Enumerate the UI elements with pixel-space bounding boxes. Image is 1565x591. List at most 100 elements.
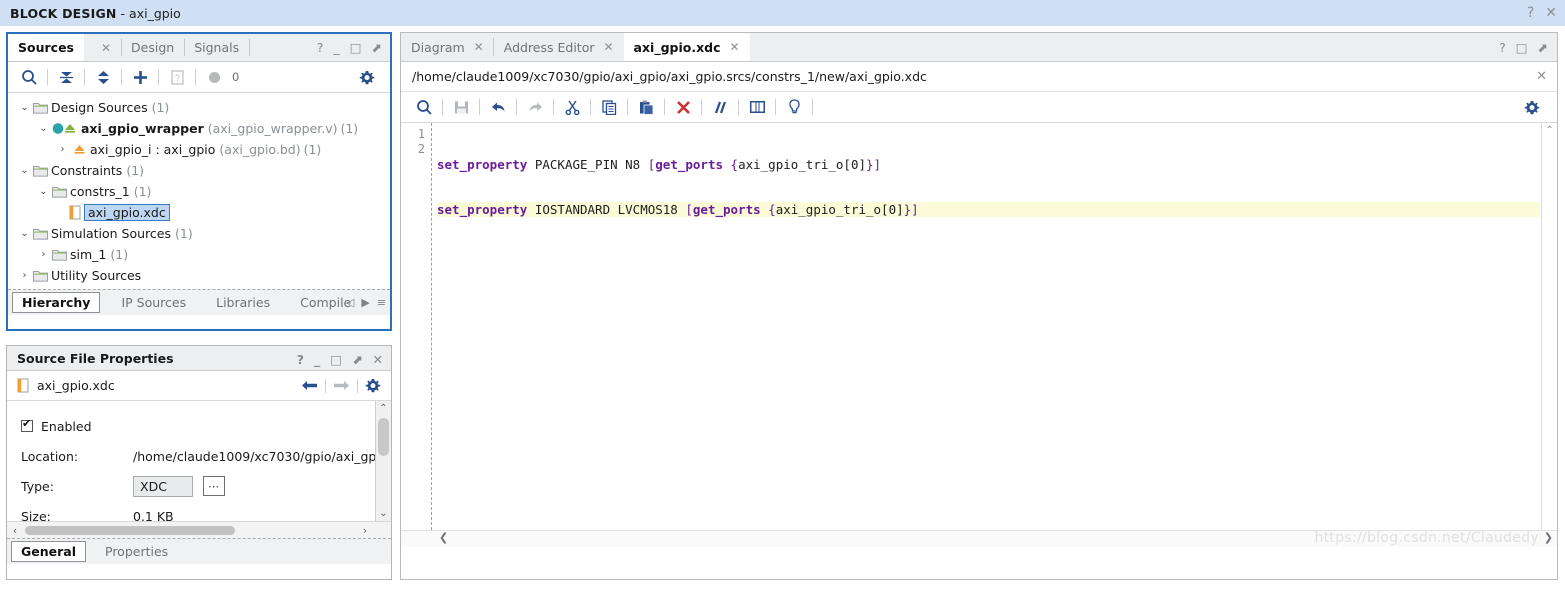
- maximize-icon[interactable]: □: [1516, 40, 1528, 55]
- editor-vertical-scrollbar[interactable]: ⌃: [1541, 123, 1557, 547]
- minimize-icon[interactable]: _: [314, 352, 320, 367]
- tab-menu-icon[interactable]: ≡: [377, 296, 386, 309]
- arrow-right-icon[interactable]: [333, 379, 350, 392]
- undo-icon[interactable]: [485, 94, 511, 120]
- toolbar-divider: [479, 99, 480, 115]
- chevron-right-icon[interactable]: ›: [18, 270, 31, 281]
- close-icon[interactable]: ✕: [603, 40, 613, 54]
- close-icon[interactable]: ✕: [474, 40, 484, 54]
- tab-libraries[interactable]: Libraries: [207, 293, 279, 312]
- chevron-down-icon[interactable]: ⌄: [18, 228, 31, 239]
- gear-icon[interactable]: [354, 65, 380, 91]
- circle-icon[interactable]: [201, 64, 227, 90]
- scroll-left-icon[interactable]: ‹: [7, 524, 23, 537]
- tab-sources-close[interactable]: ✕: [84, 34, 121, 61]
- tree-item-axi-gpio-wrapper[interactable]: ⌄ axi_gpio_wrapper (axi_gpio_wrapper.v) …: [8, 118, 390, 139]
- chevron-down-icon[interactable]: ⌄: [18, 165, 31, 176]
- gear-icon[interactable]: [365, 378, 381, 394]
- tree-item-axi-gpio-xdc[interactable]: axi_gpio.xdc: [8, 202, 390, 223]
- tree-item-utility-sources[interactable]: › Utility Sources: [8, 265, 390, 286]
- maximize-icon[interactable]: □: [350, 40, 362, 55]
- help-icon[interactable]: ?: [297, 352, 304, 367]
- arrow-left-icon[interactable]: [301, 379, 318, 392]
- properties-enabled-row[interactable]: Enabled: [21, 411, 391, 441]
- properties-location-row: Location: /home/claude1009/xc7030/gpio/a…: [21, 441, 391, 471]
- scroll-right-icon[interactable]: ❯: [1544, 531, 1553, 544]
- editor-horizontal-scrollbar[interactable]: ❮ ❯: [401, 530, 1557, 547]
- tree-item-constraints[interactable]: ⌄ Constraints (1): [8, 160, 390, 181]
- gear-icon[interactable]: [1519, 95, 1545, 121]
- report-icon[interactable]: ?: [164, 64, 190, 90]
- tab-general[interactable]: General: [11, 541, 86, 562]
- properties-horizontal-scrollbar[interactable]: ‹ ›: [7, 521, 391, 538]
- delete-icon[interactable]: [670, 94, 696, 120]
- help-icon[interactable]: ?: [1527, 6, 1534, 20]
- tab-diagram[interactable]: Diagram ✕: [401, 33, 494, 61]
- tab-properties[interactable]: Properties: [96, 542, 177, 561]
- code-text[interactable]: set_property PACKAGE_PIN N8 [get_ports {…: [437, 127, 1540, 247]
- tree-item-sim-1[interactable]: › sim_1 (1): [8, 244, 390, 265]
- folder-icon: [33, 269, 48, 282]
- bottom-tab-nav: ◁ ▶ ≡: [346, 296, 386, 309]
- minimize-icon[interactable]: _: [333, 40, 339, 55]
- close-icon[interactable]: ✕: [1545, 6, 1557, 20]
- tab-signals[interactable]: Signals: [184, 34, 249, 61]
- scroll-down-icon[interactable]: ⌄: [376, 506, 391, 521]
- close-icon[interactable]: ✕: [373, 352, 383, 367]
- tab-hierarchy[interactable]: Hierarchy: [12, 292, 101, 313]
- tab-design[interactable]: Design: [121, 34, 184, 61]
- tab-axi-gpio-xdc[interactable]: axi_gpio.xdc ✕: [623, 33, 750, 61]
- scroll-left-icon[interactable]: ❮: [439, 531, 448, 544]
- float-icon[interactable]: ⬈: [352, 352, 362, 367]
- chevron-down-icon[interactable]: ⌄: [18, 102, 31, 113]
- tree-item-design-sources[interactable]: ⌄ Design Sources (1): [8, 97, 390, 118]
- save-icon[interactable]: [448, 94, 474, 120]
- tab-address-editor[interactable]: Address Editor ✕: [494, 33, 624, 61]
- sources-panel: Sources ✕ Design Signals ? _ □ ⬈ ? 0 ⌄ D…: [6, 32, 392, 331]
- close-icon[interactable]: ✕: [1536, 69, 1547, 84]
- expand-all-icon[interactable]: [90, 64, 116, 90]
- nav-right-icon[interactable]: ▶: [361, 296, 369, 309]
- maximize-icon[interactable]: □: [330, 352, 342, 367]
- tree-item-axi-gpio-i[interactable]: › axi_gpio_i : axi_gpio (axi_gpio.bd) (1…: [8, 139, 390, 160]
- sources-tree[interactable]: ⌄ Design Sources (1) ⌄ axi_gpio_wrapper …: [8, 93, 390, 289]
- properties-vertical-scrollbar[interactable]: ⌃ ⌄: [375, 401, 391, 521]
- scroll-right-icon[interactable]: ›: [357, 524, 373, 537]
- type-browse-button[interactable]: ⋯: [203, 476, 225, 496]
- search-icon[interactable]: [16, 64, 42, 90]
- copy-icon[interactable]: [596, 94, 622, 120]
- comment-icon[interactable]: [707, 94, 733, 120]
- chevron-right-icon[interactable]: ›: [56, 144, 69, 155]
- help-icon[interactable]: ?: [1499, 40, 1506, 55]
- bulb-icon[interactable]: [781, 94, 807, 120]
- add-sources-icon[interactable]: [127, 64, 153, 90]
- tab-ip-sources[interactable]: IP Sources: [112, 293, 195, 312]
- close-icon[interactable]: ✕: [730, 40, 740, 54]
- type-field[interactable]: XDC: [133, 475, 193, 497]
- scroll-up-icon[interactable]: ⌃: [376, 401, 391, 416]
- help-icon[interactable]: ?: [317, 40, 324, 55]
- chevron-down-icon[interactable]: ⌄: [37, 123, 50, 134]
- scroll-thumb[interactable]: [378, 418, 389, 456]
- chevron-right-icon[interactable]: ›: [37, 249, 50, 260]
- tab-design-label: Design: [131, 40, 175, 55]
- scroll-thumb[interactable]: [25, 525, 235, 535]
- table-icon[interactable]: [744, 94, 770, 120]
- cut-icon[interactable]: [559, 94, 585, 120]
- float-icon[interactable]: ⬈: [372, 40, 382, 55]
- search-icon[interactable]: [411, 94, 437, 120]
- enabled-checkbox[interactable]: [21, 417, 33, 432]
- float-icon[interactable]: ⬈: [1538, 40, 1548, 55]
- code-line-1[interactable]: set_property PACKAGE_PIN N8 [get_ports {…: [437, 157, 1540, 172]
- tree-item-simulation-sources[interactable]: ⌄ Simulation Sources (1): [8, 223, 390, 244]
- collapse-all-icon[interactable]: [53, 64, 79, 90]
- paste-icon[interactable]: [633, 94, 659, 120]
- redo-icon[interactable]: [522, 94, 548, 120]
- code-editor-area[interactable]: 1 2 set_property PACKAGE_PIN N8 [get_por…: [401, 123, 1557, 547]
- tab-sources[interactable]: Sources: [8, 34, 84, 61]
- nav-left-icon[interactable]: ◁: [346, 296, 354, 309]
- tree-item-constrs-1[interactable]: ⌄ constrs_1 (1): [8, 181, 390, 202]
- chevron-down-icon[interactable]: ⌄: [37, 186, 50, 197]
- scroll-up-icon[interactable]: ⌃: [1542, 123, 1557, 136]
- code-line-2[interactable]: set_property IOSTANDARD LVCMOS18 [get_po…: [437, 202, 1540, 217]
